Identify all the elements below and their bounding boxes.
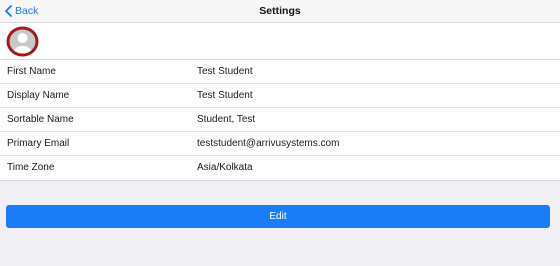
field-value: Asia/Kolkata — [197, 162, 253, 173]
field-value: Test Student — [197, 90, 253, 101]
field-row-display-name: Display Name Test Student — [0, 84, 560, 108]
edit-button[interactable]: Edit — [6, 205, 550, 228]
field-value: Test Student — [197, 66, 253, 77]
field-row-time-zone: Time Zone Asia/Kolkata — [0, 156, 560, 180]
profile-fields-list: First Name Test Student Display Name Tes… — [0, 60, 560, 181]
field-label: Primary Email — [7, 138, 70, 149]
field-value: Student, Test — [197, 114, 256, 125]
profile-avatar-row — [0, 23, 560, 60]
field-value: teststudent@arrivusystems.com — [197, 138, 340, 149]
field-label: Sortable Name — [7, 114, 74, 125]
field-label: Display Name — [7, 90, 70, 101]
field-row-primary-email: Primary Email teststudent@arrivusystems.… — [0, 132, 560, 156]
field-label: First Name — [7, 66, 56, 77]
navigation-bar: Back Settings — [0, 0, 560, 23]
field-row-sortable-name: Sortable Name Student, Test — [0, 108, 560, 132]
field-row-first-name: First Name Test Student — [0, 60, 560, 84]
page-title: Settings — [259, 5, 301, 17]
field-label: Time Zone — [7, 162, 55, 173]
user-avatar-icon[interactable] — [5, 25, 40, 58]
